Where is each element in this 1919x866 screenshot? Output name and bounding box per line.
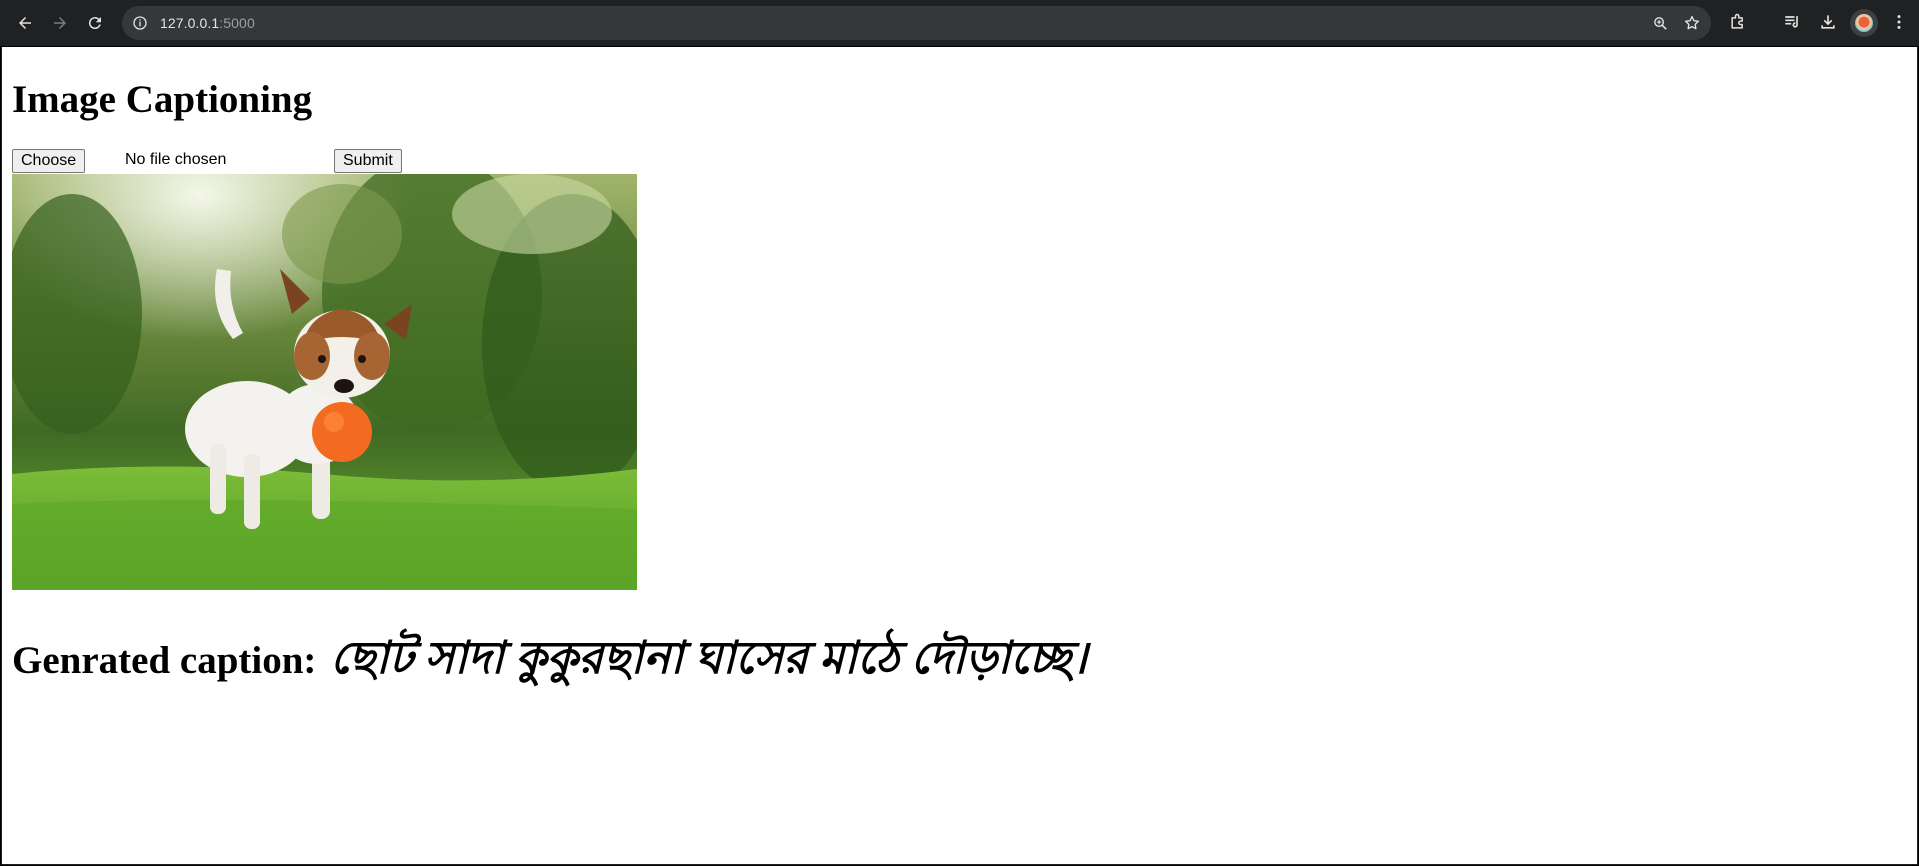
page-title: Image Captioning — [12, 78, 313, 121]
media-queue-icon[interactable] — [1781, 11, 1803, 33]
avatar-image — [1855, 14, 1873, 32]
caption-text: ছোট সাদা কুকুরছানা ঘাসের মাঠে দৌড়াচ্ছে। — [330, 633, 1088, 683]
choose-file-button[interactable]: Choose File — [12, 149, 86, 191]
caption-label: Genrated caption: — [12, 639, 317, 682]
page-viewport: Image Captioning Choose File No file cho… — [2, 47, 1917, 864]
site-info-icon[interactable] — [131, 14, 149, 32]
arrow-left-icon — [19, 17, 31, 29]
download-icon[interactable] — [1817, 11, 1839, 33]
back-button[interactable] — [10, 8, 40, 38]
reload-icon — [88, 17, 101, 30]
address-bar[interactable]: 127.0.0.1:5000 — [122, 6, 1711, 40]
profile-avatar[interactable] — [1850, 9, 1878, 37]
zoom-icon[interactable] — [1651, 14, 1669, 32]
file-status-text: No file chosen — [125, 151, 227, 168]
extensions-icon[interactable] — [1727, 11, 1749, 33]
dog-photo — [12, 174, 637, 590]
arrow-right-icon — [54, 17, 66, 29]
bookmark-star-icon[interactable] — [1683, 14, 1701, 32]
reload-button[interactable] — [80, 8, 110, 38]
submit-button[interactable]: Submit — [334, 149, 402, 173]
generated-caption: Genrated caption: ছোট সাদা কুকুরছানা ঘাস… — [12, 624, 1087, 699]
more-menu-icon[interactable] — [1888, 11, 1910, 33]
url-port: :5000 — [219, 15, 255, 31]
url-host: 127.0.0.1 — [160, 15, 220, 31]
forward-button[interactable] — [45, 8, 75, 38]
url-text: 127.0.0.1:5000 — [160, 15, 255, 31]
